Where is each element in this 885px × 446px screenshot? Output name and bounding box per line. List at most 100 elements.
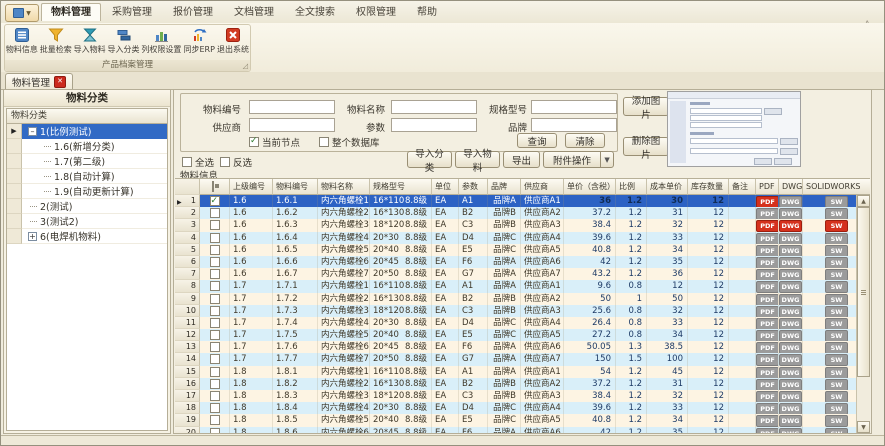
- column-header-check[interactable]: [200, 179, 230, 195]
- row-checkbox[interactable]: [210, 428, 220, 433]
- tree-item[interactable]: 1.7(第二级): [7, 154, 167, 169]
- row-checkbox[interactable]: [210, 415, 220, 425]
- add-picture-button[interactable]: 添加图片: [623, 97, 669, 116]
- sw-badge[interactable]: SW: [825, 269, 848, 280]
- dwg-badge[interactable]: DWG: [779, 220, 802, 231]
- table-row[interactable]: ▶11.61.6.1内六角螺栓116*1108.8级EAA1品牌A供应商A136…: [175, 195, 870, 207]
- sw-badge[interactable]: SW: [825, 379, 848, 390]
- row-checkbox[interactable]: [210, 318, 220, 328]
- sw-badge[interactable]: SW: [825, 403, 848, 414]
- dwg-badge[interactable]: DWG: [779, 257, 802, 268]
- sw-badge[interactable]: SW: [825, 342, 848, 353]
- table-row[interactable]: 101.71.7.3内六角螺栓318*1208.8级EAC3品牌B供应商A325…: [175, 305, 870, 317]
- column-header-price[interactable]: 单价（含税）: [564, 179, 616, 195]
- ribbon-tab-3[interactable]: 报价管理: [163, 3, 223, 21]
- parameter-input[interactable]: [391, 118, 477, 132]
- column-header-cost[interactable]: 成本单价: [647, 179, 688, 195]
- dwg-badge[interactable]: DWG: [779, 342, 802, 353]
- row-checkbox[interactable]: [210, 245, 220, 255]
- pdf-badge[interactable]: PDF: [756, 245, 779, 256]
- row-checkbox[interactable]: [210, 257, 220, 267]
- row-checkbox[interactable]: [210, 220, 220, 230]
- pdf-badge[interactable]: PDF: [756, 428, 779, 433]
- collapse-icon[interactable]: –: [28, 127, 37, 136]
- pdf-badge[interactable]: PDF: [756, 233, 779, 244]
- column-header-pdf[interactable]: PDF: [756, 179, 779, 195]
- pdf-badge[interactable]: PDF: [756, 354, 779, 365]
- tree-item[interactable]: 3(测试2): [7, 214, 167, 229]
- exit-system-button[interactable]: 退出系统: [216, 26, 250, 60]
- table-row[interactable]: 31.61.6.3内六角螺栓318*1208.8级EAC3品牌B供应商A338.…: [175, 219, 870, 231]
- dwg-badge[interactable]: DWG: [779, 318, 802, 329]
- table-row[interactable]: 41.61.6.4内六角螺栓420*308.8级EAD4品牌C供应商A439.6…: [175, 232, 870, 244]
- table-row[interactable]: 111.71.7.4内六角螺栓420*308.8级EAD4品牌C供应商A426.…: [175, 317, 870, 329]
- clear-button[interactable]: 清除: [565, 133, 605, 148]
- material-name-input[interactable]: [391, 100, 477, 114]
- tree-item[interactable]: ▶–1(比例测试): [7, 124, 167, 139]
- row-checkbox[interactable]: [210, 391, 220, 401]
- sw-badge[interactable]: SW: [825, 391, 848, 402]
- row-checkbox[interactable]: [210, 294, 220, 304]
- column-header-name[interactable]: 物料名称: [318, 179, 370, 195]
- table-row[interactable]: 191.81.8.5内六角螺栓520*408.8级EAE5品牌C供应商A540.…: [175, 414, 870, 426]
- sw-badge[interactable]: SW: [825, 208, 848, 219]
- pdf-badge[interactable]: PDF: [756, 269, 779, 280]
- material-code-input[interactable]: [249, 100, 335, 114]
- sw-badge[interactable]: SW: [825, 245, 848, 256]
- row-checkbox[interactable]: [210, 354, 220, 364]
- ribbon-tab-5[interactable]: 全文搜索: [285, 3, 345, 21]
- dwg-badge[interactable]: DWG: [779, 428, 802, 433]
- scroll-up-icon[interactable]: ▲: [857, 195, 870, 207]
- supplier-input[interactable]: [249, 118, 335, 132]
- sw-badge[interactable]: SW: [825, 330, 848, 341]
- spec-model-input[interactable]: [531, 100, 617, 114]
- sw-badge[interactable]: SW: [825, 294, 848, 305]
- pdf-badge[interactable]: PDF: [756, 318, 779, 329]
- ribbon-tab-2[interactable]: 采购管理: [102, 3, 162, 21]
- column-header-code[interactable]: 物料编号: [273, 179, 318, 195]
- sw-badge[interactable]: SW: [825, 354, 848, 365]
- sw-badge[interactable]: SW: [825, 367, 848, 378]
- pdf-badge[interactable]: PDF: [756, 196, 779, 207]
- dwg-badge[interactable]: DWG: [779, 403, 802, 414]
- doc-tab-material[interactable]: 物料管理 ✕: [5, 73, 73, 89]
- ribbon-button-6[interactable]: 同步ERP: [182, 26, 216, 60]
- row-checkbox[interactable]: [210, 233, 220, 243]
- sw-badge[interactable]: SW: [825, 428, 848, 433]
- dwg-badge[interactable]: DWG: [779, 294, 802, 305]
- pdf-badge[interactable]: PDF: [756, 391, 779, 402]
- select-all-header-checkbox[interactable]: [212, 181, 214, 192]
- dwg-badge[interactable]: DWG: [779, 269, 802, 280]
- ribbon-tab-6[interactable]: 权限管理: [346, 3, 406, 21]
- table-row[interactable]: 131.71.7.6内六角螺栓620*458.8级EAF6品牌A供应商A650.…: [175, 341, 870, 353]
- sw-badge[interactable]: SW: [825, 257, 848, 268]
- column-header-brand[interactable]: 品牌: [488, 179, 521, 195]
- table-row[interactable]: 171.81.8.3内六角螺栓318*1208.8级EAC3品牌B供应商A338…: [175, 390, 870, 402]
- sw-badge[interactable]: SW: [825, 306, 848, 317]
- table-row[interactable]: 61.61.6.6内六角螺栓620*458.8级EAF6品牌A供应商A6421.…: [175, 256, 870, 268]
- column-header-num[interactable]: [175, 179, 200, 195]
- row-checkbox[interactable]: [210, 208, 220, 218]
- current-node-checkbox[interactable]: 当前节点: [249, 135, 300, 149]
- tree-item[interactable]: 2(测试): [7, 199, 167, 214]
- grid-scrollbar[interactable]: ▲ ▼: [856, 195, 870, 433]
- column-header-parent[interactable]: 上级编号: [230, 179, 273, 195]
- import-material-button[interactable]: 导入物料: [455, 151, 500, 168]
- dwg-badge[interactable]: DWG: [779, 196, 802, 207]
- expand-icon[interactable]: +: [28, 232, 37, 241]
- row-checkbox[interactable]: [210, 281, 220, 291]
- dwg-badge[interactable]: DWG: [779, 354, 802, 365]
- dwg-badge[interactable]: DWG: [779, 415, 802, 426]
- column-header-dwg[interactable]: DWG: [779, 179, 803, 195]
- table-row[interactable]: 151.81.8.1内六角螺栓116*1108.8级EAA1品牌A供应商A154…: [175, 366, 870, 378]
- pdf-badge[interactable]: PDF: [756, 294, 779, 305]
- column-header-stock[interactable]: 库存数量: [688, 179, 729, 195]
- dwg-badge[interactable]: DWG: [779, 233, 802, 244]
- pdf-badge[interactable]: PDF: [756, 415, 779, 426]
- table-row[interactable]: 21.61.6.2内六角螺栓216*1308.8级EAB2品牌B供应商A237.…: [175, 207, 870, 219]
- row-checkbox[interactable]: [210, 330, 220, 340]
- pdf-badge[interactable]: PDF: [756, 257, 779, 268]
- row-checkbox[interactable]: [210, 269, 220, 279]
- sw-badge[interactable]: SW: [825, 196, 848, 207]
- whole-database-checkbox[interactable]: 整个数据库: [319, 135, 380, 149]
